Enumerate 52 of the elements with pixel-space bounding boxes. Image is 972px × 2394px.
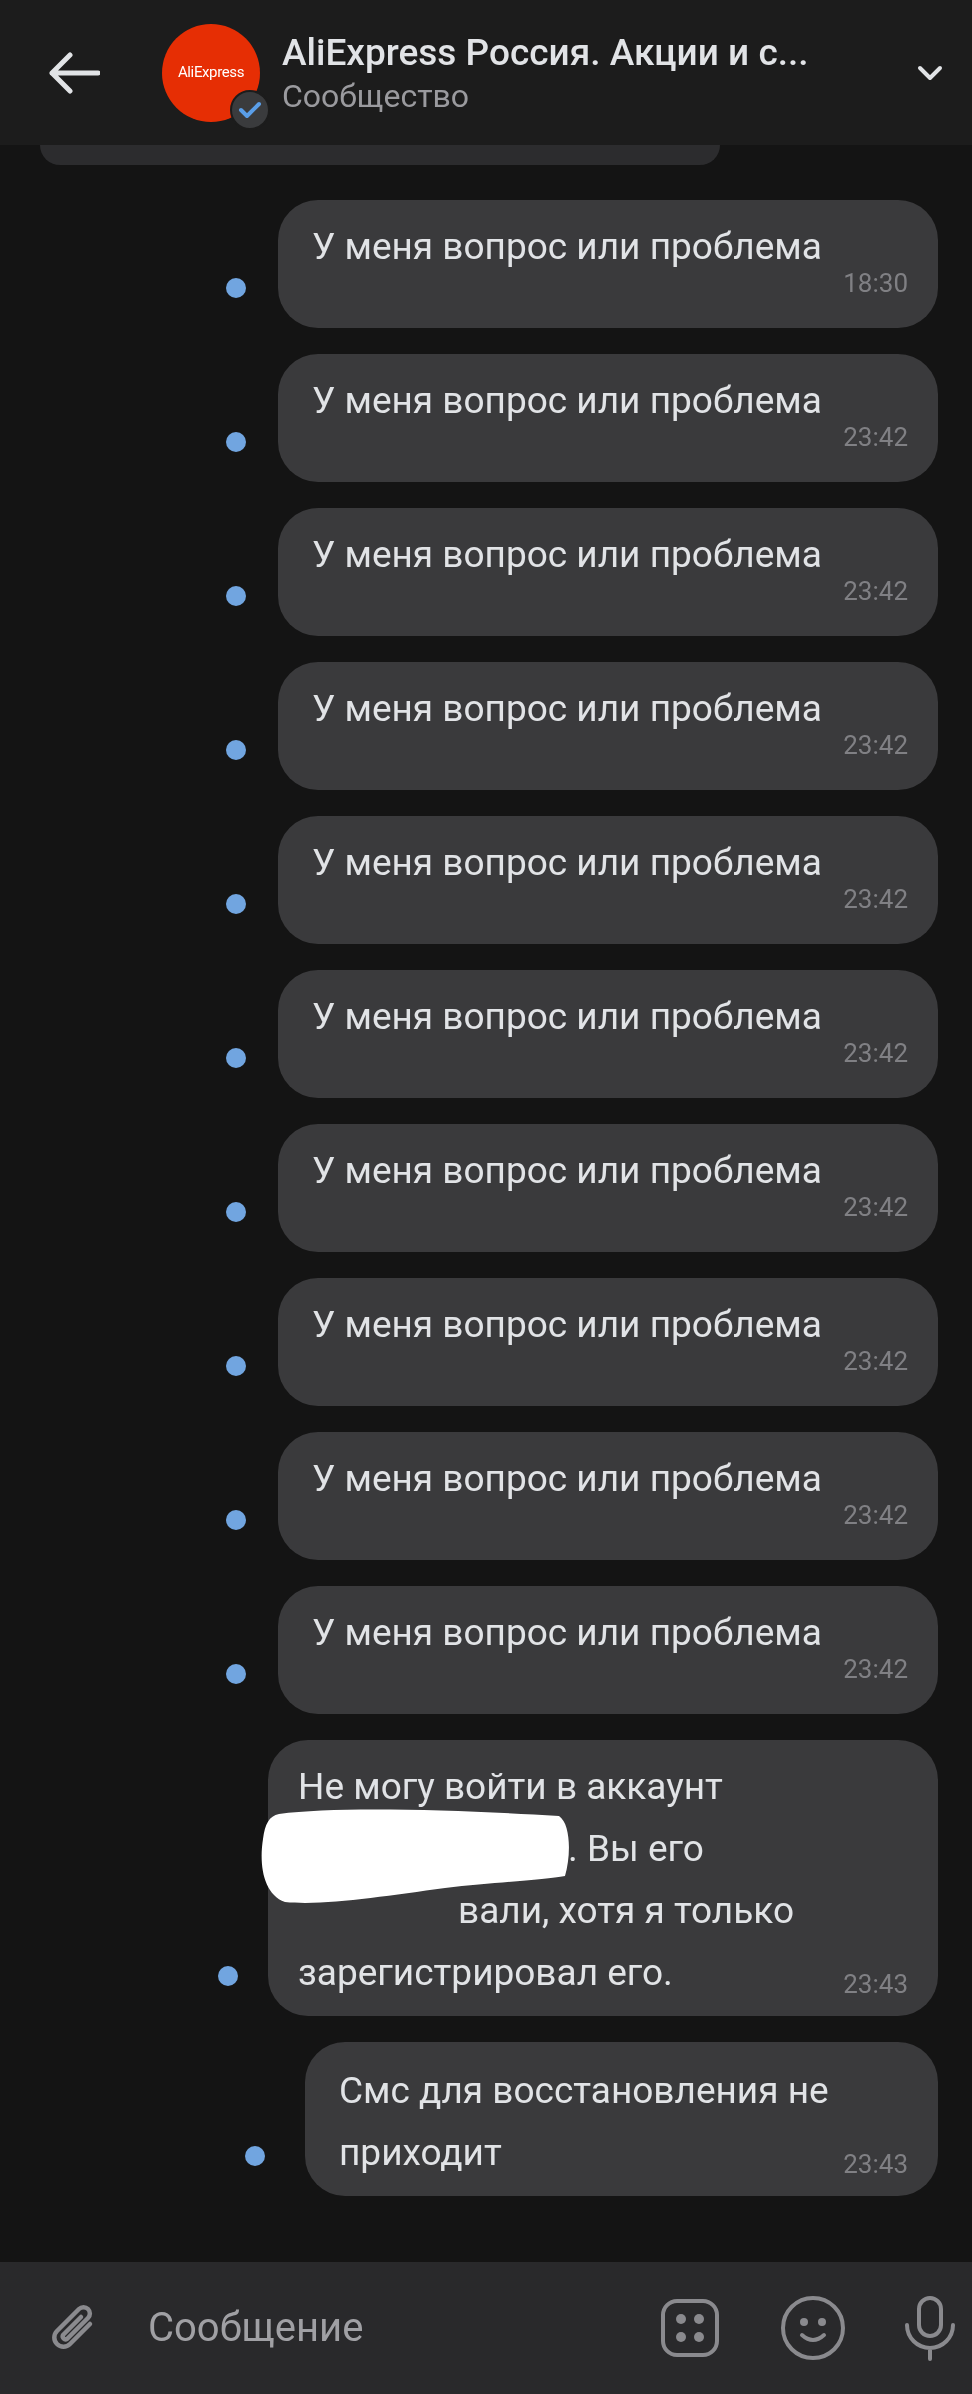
message-text: зарегистрировал его. [298, 1950, 673, 1996]
microphone-button[interactable] [902, 2295, 958, 2361]
message-bubble[interactable]: Смс для восстановления не приходит 23:43 [305, 2042, 938, 2196]
message-bubble[interactable]: У меня вопрос или проблема 23:42 [278, 662, 938, 790]
message-text: У меня вопрос или проблема [312, 840, 822, 886]
message-input-field[interactable]: Сообщение [148, 2298, 660, 2358]
message-time: 23:43 [843, 1968, 908, 2001]
avatar[interactable]: AliExpress [162, 23, 260, 122]
message-text: У меня вопрос или проблема [312, 532, 822, 578]
message-time: 18:30 [843, 268, 908, 298]
message-time: 23:42 [843, 576, 908, 606]
message-text: У меня вопрос или проблема [312, 686, 822, 732]
message-text: У меня вопрос или проблема [312, 378, 822, 424]
message-text: приходит [339, 2130, 502, 2176]
message-bubble[interactable]: У меня вопрос или проблема 23:42 [278, 354, 938, 482]
chat-title[interactable]: AliExpress Россия. Акции и с... [282, 29, 902, 76]
message-bubble[interactable]: У меня вопрос или проблема 23:42 [278, 1586, 938, 1714]
message-text: Смс для восстановления не [339, 2068, 829, 2114]
message-bubble[interactable]: У меня вопрос или проблема 23:42 [278, 508, 938, 636]
message-text: У меня вопрос или проблема [312, 1302, 822, 1348]
message-bubble[interactable]: У меня вопрос или проблема 18:30 [278, 200, 938, 328]
message-bubble[interactable]: У меня вопрос или проблема 23:42 [278, 970, 938, 1098]
chevron-down-icon [917, 64, 943, 81]
message-time: 23:43 [843, 2148, 908, 2181]
microphone-icon [902, 2295, 958, 2361]
message-text: У меня вопрос или проблема [312, 1610, 822, 1656]
sticker-button[interactable] [660, 2297, 720, 2359]
avatar-logo-text: AliExpress [177, 62, 245, 84]
message-text: Не могу войти в аккаунт [298, 1764, 723, 1810]
message-text: У меня вопрос или проблема [312, 1148, 822, 1194]
message-bubble[interactable]: У меня вопрос или проблема 23:42 [278, 1278, 938, 1406]
back-arrow-icon [48, 50, 100, 95]
message-text: У меня вопрос или проблема [312, 994, 822, 1040]
message-time: 23:42 [843, 1346, 908, 1376]
message-time: 23:42 [843, 1038, 908, 1068]
message-bubble[interactable]: У меня вопрос или проблема 23:42 [278, 816, 938, 944]
smiley-icon [780, 2295, 846, 2361]
message-time: 23:42 [843, 730, 908, 760]
message-text: У меня вопрос или проблема [312, 224, 822, 270]
message-text: . Вы его [568, 1826, 704, 1872]
message-text: У меня вопрос или проблема [312, 1456, 822, 1502]
message-text: вали, хотя я только [458, 1888, 794, 1934]
message-time: 23:42 [843, 422, 908, 452]
emoji-button[interactable] [780, 2295, 846, 2361]
chat-subtitle: Сообщество [282, 75, 471, 116]
message-bubble[interactable]: У меня вопрос или проблема 23:42 [278, 1432, 938, 1560]
message-time: 23:42 [843, 1500, 908, 1530]
message-bubble[interactable]: У меня вопрос или проблема 23:42 [278, 1124, 938, 1252]
message-time: 23:42 [843, 1192, 908, 1222]
dice-icon [660, 2298, 720, 2358]
message-time: 23:42 [843, 1654, 908, 1684]
message-time: 23:42 [843, 884, 908, 914]
